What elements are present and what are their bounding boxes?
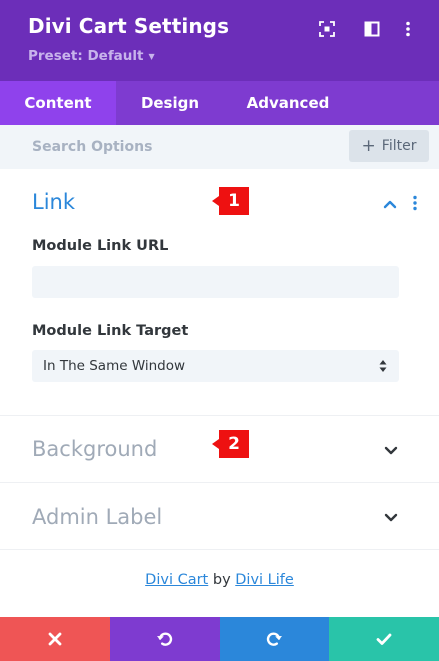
action-bar xyxy=(0,617,439,661)
section-divider xyxy=(0,482,439,483)
undo-button[interactable] xyxy=(109,617,220,661)
annotation-badge-1: 1 xyxy=(212,187,249,215)
more-vertical-icon[interactable] xyxy=(397,18,419,40)
divi-cart-link[interactable]: Divi Cart xyxy=(145,572,208,588)
preset-dropdown[interactable]: Preset: Default ▼ xyxy=(28,48,155,64)
undo-icon xyxy=(156,632,172,646)
chevron-up-icon[interactable] xyxy=(382,196,398,212)
filter-button[interactable]: + Filter xyxy=(349,130,429,162)
section-admin-label-title[interactable]: Admin Label xyxy=(32,505,162,529)
save-button[interactable] xyxy=(329,617,439,661)
tab-bar: Content Design Advanced xyxy=(0,81,439,125)
chevron-down-icon[interactable] xyxy=(383,509,399,525)
close-icon xyxy=(48,632,62,646)
section-options-icon[interactable] xyxy=(411,195,419,211)
sidebar-toggle-icon[interactable] xyxy=(361,18,383,40)
select-value: In The Same Window xyxy=(43,358,186,374)
plus-icon: + xyxy=(361,135,376,156)
section-divider xyxy=(0,415,439,416)
modal-title: Divi Cart Settings xyxy=(28,14,230,38)
caret-down-icon: ▼ xyxy=(148,51,155,61)
section-divider xyxy=(0,549,439,550)
credit-line: Divi Cart by Divi Life xyxy=(0,572,439,588)
select-arrows-icon xyxy=(379,360,387,372)
tab-advanced[interactable]: Advanced xyxy=(224,81,352,125)
preset-label: Preset: Default xyxy=(28,48,144,64)
credit-by: by xyxy=(212,572,231,588)
search-input[interactable] xyxy=(20,133,330,161)
check-icon xyxy=(376,633,392,645)
redo-icon xyxy=(267,632,283,646)
section-background-title[interactable]: Background xyxy=(32,437,157,461)
filter-label: Filter xyxy=(381,138,417,154)
module-link-target-label: Module Link Target xyxy=(32,323,189,339)
divi-life-link[interactable]: Divi Life xyxy=(235,572,294,588)
chevron-down-icon[interactable] xyxy=(383,442,399,458)
module-link-url-input[interactable] xyxy=(32,266,399,298)
module-link-target-select[interactable]: In The Same Window xyxy=(32,350,399,382)
tab-design[interactable]: Design xyxy=(116,81,224,125)
redo-button[interactable] xyxy=(219,617,330,661)
tab-content[interactable]: Content xyxy=(0,81,116,125)
annotation-badge-2: 2 xyxy=(212,430,249,458)
section-link-title[interactable]: Link xyxy=(32,190,75,214)
module-link-url-label: Module Link URL xyxy=(32,238,169,254)
discard-button[interactable] xyxy=(0,617,110,661)
settings-header: Divi Cart Settings Preset: Default ▼ xyxy=(0,0,439,81)
focus-icon[interactable] xyxy=(316,18,338,40)
